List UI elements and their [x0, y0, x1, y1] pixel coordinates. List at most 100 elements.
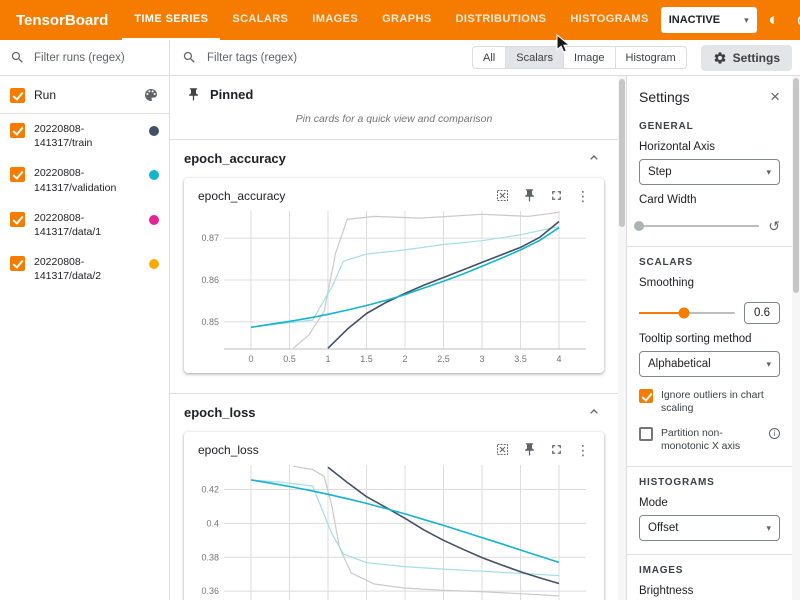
run-row-train[interactable]: 20220808-141317/train	[0, 114, 169, 158]
divider	[627, 246, 792, 247]
tab-histograms[interactable]: HISTOGRAMS	[558, 0, 660, 40]
histogram-mode-select[interactable]: Offset	[639, 515, 780, 541]
svg-text:1.5: 1.5	[360, 354, 373, 364]
pin-card-icon[interactable]	[522, 442, 537, 457]
search-icon	[10, 50, 25, 65]
tags-toolbar: All Scalars Image Histogram Settings	[170, 40, 800, 76]
card-width-slider[interactable]	[639, 225, 759, 227]
run-color-dot	[149, 126, 159, 136]
svg-text:0: 0	[248, 354, 253, 364]
tags-filter-input[interactable]	[205, 51, 464, 65]
search-icon	[182, 50, 197, 65]
svg-text:4: 4	[557, 354, 562, 364]
filter-chip-histogram[interactable]: Histogram	[615, 46, 687, 69]
settings-scrollbar-thumb[interactable]	[793, 78, 799, 293]
card-header: epoch_accuracy	[192, 188, 596, 203]
tab-graphs[interactable]: GRAPHS	[370, 0, 443, 40]
run-row-validation[interactable]: 20220808-141317/validation	[0, 158, 169, 202]
more-options-icon[interactable]	[576, 443, 590, 457]
smoothing-label: Smoothing	[639, 277, 780, 289]
chevron-down-icon	[766, 168, 771, 177]
svg-text:0.4: 0.4	[206, 518, 219, 528]
card-title: epoch_accuracy	[198, 189, 285, 203]
run-color-dot	[149, 259, 159, 269]
scalar-card-epoch-accuracy: epoch_accuracy 00.511.522.533.540.850.86…	[184, 178, 604, 373]
slider-fill	[639, 312, 684, 314]
pinned-title: Pinned	[210, 87, 253, 102]
epoch-loss-chart[interactable]: 00.511.522.533.540.360.380.40.42	[192, 459, 596, 600]
smoothing-slider[interactable]	[639, 312, 735, 314]
main-region: All Scalars Image Histogram Settings Pin…	[170, 40, 800, 600]
section-heading-histograms: HISTOGRAMS	[639, 477, 780, 488]
fullscreen-icon[interactable]	[549, 188, 564, 203]
tooltip-sorting-select[interactable]: Alphabetical	[639, 351, 780, 377]
theme-toggle-icon[interactable]	[761, 7, 787, 33]
histogram-mode-label: Mode	[639, 497, 780, 509]
settings-button[interactable]: Settings	[701, 45, 792, 71]
gear-icon	[713, 51, 727, 65]
run-row-data-2[interactable]: 20220808-141317/data/2	[0, 247, 169, 291]
pin-icon	[186, 87, 201, 102]
palette-icon[interactable]	[143, 87, 159, 103]
tab-time-series[interactable]: TIME SERIES	[122, 0, 220, 40]
run-checkbox[interactable]	[10, 212, 25, 227]
data-status-dropdown[interactable]: INACTIVE	[661, 7, 757, 33]
card-width-label: Card Width	[639, 194, 780, 206]
card-header: epoch_loss	[192, 442, 596, 457]
ignore-outliers-row: Ignore outliers in chart scaling	[639, 389, 780, 415]
tab-images[interactable]: IMAGES	[300, 0, 370, 40]
partition-x-axis-row: Partition non-monotonic X axis	[639, 427, 780, 453]
top-app-bar: TensorBoard TIME SERIES SCALARS IMAGES G…	[0, 0, 800, 40]
more-options-icon[interactable]	[576, 189, 590, 203]
slider-thumb[interactable]	[679, 308, 690, 319]
scalar-card-epoch-loss: epoch_loss 00.511.522.533.540.360.380.40…	[184, 432, 604, 600]
group-header[interactable]: epoch_accuracy	[170, 140, 618, 174]
group-title: epoch_loss	[184, 405, 256, 420]
chevron-up-icon[interactable]	[586, 404, 602, 420]
tab-scalars[interactable]: SCALARS	[220, 0, 300, 40]
run-label: 20220808-141317/data/1	[34, 211, 140, 239]
settings-panel: Settings GENERAL Horizontal Axis Step Ca…	[626, 76, 792, 600]
svg-text:0.42: 0.42	[201, 485, 219, 495]
reset-icon[interactable]	[768, 219, 780, 233]
section-heading-images: IMAGES	[639, 565, 780, 576]
runs-filter	[0, 40, 169, 76]
main-scrollbar-thumb[interactable]	[619, 79, 625, 227]
cards-area: Pinned Pin cards for a quick view and co…	[170, 76, 618, 600]
pin-card-icon[interactable]	[522, 188, 537, 203]
run-checkbox[interactable]	[10, 167, 25, 182]
run-checkbox[interactable]	[10, 256, 25, 271]
filter-chip-all[interactable]: All	[472, 46, 506, 69]
partition-x-axis-label: Partition non-monotonic X axis	[661, 427, 761, 453]
status-value: INACTIVE	[669, 14, 720, 26]
run-checkbox[interactable]	[10, 123, 25, 138]
ignore-outliers-checkbox[interactable]	[639, 389, 653, 403]
info-icon[interactable]	[769, 428, 780, 439]
close-icon[interactable]	[770, 88, 780, 105]
filter-chip-image[interactable]: Image	[563, 46, 616, 69]
fit-domain-icon[interactable]	[495, 442, 510, 457]
svg-text:2: 2	[402, 354, 407, 364]
horizontal-axis-select[interactable]: Step	[639, 159, 780, 185]
runs-filter-input[interactable]	[32, 51, 159, 65]
main-scrollbar	[618, 76, 626, 600]
filter-chip-scalars[interactable]: Scalars	[505, 46, 564, 69]
section-heading-scalars: SCALARS	[639, 257, 780, 268]
tab-distributions[interactable]: DISTRIBUTIONS	[444, 0, 559, 40]
svg-text:0.86: 0.86	[201, 275, 219, 285]
select-all-runs-checkbox[interactable]	[10, 88, 25, 103]
pinned-hint: Pin cards for a quick view and compariso…	[170, 107, 618, 140]
slider-thumb[interactable]	[634, 221, 644, 231]
horizontal-axis-label: Horizontal Axis	[639, 141, 780, 153]
partition-x-axis-checkbox[interactable]	[639, 427, 653, 441]
smoothing-value-input[interactable]: 0.6	[744, 302, 780, 324]
epoch-accuracy-chart[interactable]: 00.511.522.533.540.850.860.87	[192, 205, 596, 369]
group-title: epoch_accuracy	[184, 151, 286, 166]
run-row-data-1[interactable]: 20220808-141317/data/1	[0, 203, 169, 247]
group-header[interactable]: epoch_loss	[170, 394, 618, 428]
fit-domain-icon[interactable]	[495, 188, 510, 203]
svg-text:1: 1	[325, 354, 330, 364]
chevron-up-icon[interactable]	[586, 150, 602, 166]
refresh-icon[interactable]	[791, 7, 800, 33]
fullscreen-icon[interactable]	[549, 442, 564, 457]
